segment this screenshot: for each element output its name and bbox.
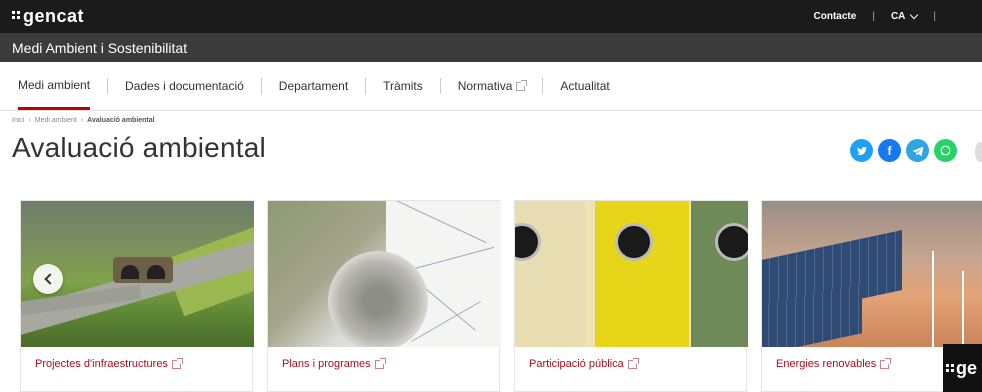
card-label[interactable]: Participació pública [529, 357, 639, 370]
card-title: Plans i programes [282, 358, 371, 370]
facebook-icon[interactable]: f [878, 139, 901, 162]
card-title: Energies renovables [776, 358, 877, 370]
card-image-binders [515, 201, 748, 347]
nav-item-normativa[interactable]: Normativa [457, 62, 528, 110]
breadcrumb-medi-ambient[interactable]: Medi ambient [35, 117, 77, 124]
card-participacio[interactable]: Participació pública [514, 200, 748, 392]
site-title[interactable]: Medi Ambient i Sostenibilitat [12, 40, 187, 56]
nav-divider [107, 78, 109, 94]
page-title: Avaluació ambiental [12, 132, 266, 163]
nav-item-tramits[interactable]: Tràmits [383, 62, 423, 110]
gencat-brand-overlay: ge [943, 344, 982, 392]
nav-item-departament[interactable]: Departament [279, 62, 348, 110]
external-link-icon [516, 79, 528, 91]
external-link-icon [627, 357, 639, 369]
nav-label: Normativa [457, 79, 513, 93]
card-plans[interactable]: Plans i programes [267, 200, 501, 392]
twitter-icon[interactable] [850, 139, 873, 162]
nav-label: Actualitat [560, 79, 610, 93]
external-link-icon [171, 357, 183, 369]
brand-text: ge [956, 357, 978, 378]
nav-label: Departament [278, 79, 349, 93]
breadcrumb-current: Avaluació ambiental [87, 117, 155, 124]
chevron-down-icon [910, 10, 919, 19]
breadcrumb-inici[interactable]: Inici [12, 117, 24, 124]
nav-divider [260, 78, 262, 94]
nav-label: Dades i documentació [125, 79, 244, 93]
card-label[interactable]: Plans i programes [282, 357, 386, 370]
nav-divider [365, 78, 367, 94]
external-link-icon [374, 357, 386, 369]
logo-text: gencat [23, 6, 85, 26]
gencat-logo[interactable]: gencat [12, 6, 84, 27]
whatsapp-icon[interactable] [934, 139, 957, 162]
share-icons: f [850, 139, 957, 162]
top-bar: gencat Contacte | CA | [0, 0, 982, 33]
top-right-menu: Contacte | CA | [814, 0, 952, 33]
card-image-aerial-map [268, 201, 501, 347]
main-nav: Medi ambient Dades i documentació Depart… [0, 62, 982, 111]
card-title: Participació pública [529, 358, 624, 370]
share-more-icon[interactable] [975, 142, 982, 162]
card-image-highway [21, 201, 254, 347]
breadcrumb-separator: › [80, 117, 84, 124]
nav-divider [439, 78, 441, 94]
carousel-prev-button[interactable] [33, 264, 63, 294]
gencat-logo-mark [946, 364, 954, 372]
card-image-solar [762, 201, 982, 347]
language-selector[interactable]: CA [890, 10, 919, 22]
gencat-logo-mark [12, 11, 20, 19]
nav-item-actualitat[interactable]: Actualitat [560, 62, 609, 110]
language-label: CA [890, 11, 906, 22]
site-bar: Medi Ambient i Sostenibilitat [0, 33, 982, 62]
card-label[interactable]: Projectes d'infraestructures [35, 357, 183, 370]
nav-divider [542, 78, 544, 94]
divider: | [933, 11, 936, 22]
nav-label: Tràmits [383, 79, 423, 93]
card-title: Projectes d'infraestructures [35, 358, 168, 370]
external-link-icon [880, 357, 892, 369]
nav-label: Medi ambient [18, 77, 91, 92]
nav-item-dades[interactable]: Dades i documentació [125, 62, 244, 110]
breadcrumb-separator: › [28, 117, 31, 124]
contact-link[interactable]: Contacte [814, 11, 857, 22]
chevron-left-icon [43, 273, 56, 285]
telegram-icon[interactable] [906, 139, 929, 162]
card-label[interactable]: Energies renovables [776, 357, 892, 370]
nav-item-medi-ambient[interactable]: Medi ambient [18, 62, 91, 110]
divider: | [872, 11, 875, 22]
card-projectes[interactable]: Projectes d'infraestructures [20, 200, 254, 392]
breadcrumb: Inici › Medi ambient › Avaluació ambient… [12, 117, 155, 124]
